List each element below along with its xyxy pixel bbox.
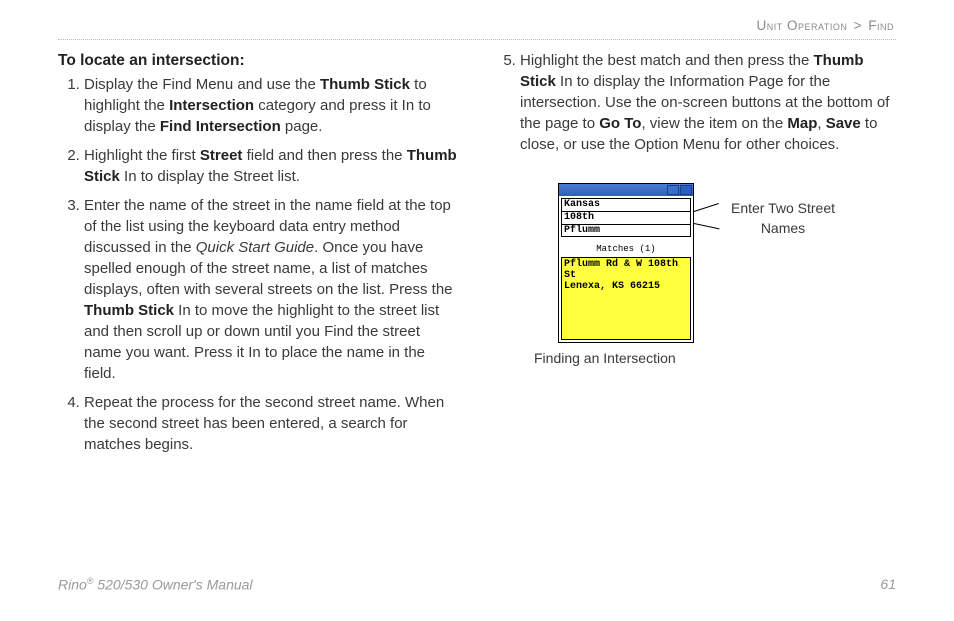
text: In to display the Street list. — [120, 168, 300, 185]
field-street1: 108th — [561, 211, 691, 224]
column-right: Highlight the best match and then press … — [494, 50, 896, 463]
bold: Thumb Stick — [84, 302, 174, 319]
matches-label: Matches (1) — [561, 243, 691, 256]
bold: Thumb Stick — [320, 76, 410, 93]
match-line1: Pflumm Rd & W 108th St — [564, 259, 688, 281]
step-4: Repeat the process for the second street… — [84, 392, 460, 455]
header-divider — [58, 39, 896, 40]
footer-left: Rino® 520/530 Owner's Manual — [58, 576, 253, 593]
figure: Kansas 108th Pflumm Matches (1) Pflumm R… — [494, 183, 896, 369]
text: Repeat the process for the second street… — [84, 394, 444, 453]
steps-list-right: Highlight the best match and then press … — [494, 50, 896, 155]
match-line2: Lenexa, KS 66215 — [564, 281, 688, 292]
bold: Find Intersection — [160, 118, 281, 135]
section-heading: To locate an intersection: — [58, 50, 460, 72]
device-body: Kansas 108th Pflumm Matches (1) Pflumm R… — [559, 196, 693, 342]
page-footer: Rino® 520/530 Owner's Manual 61 — [58, 576, 896, 593]
bold: Map — [787, 115, 817, 132]
text: Highlight the first — [84, 147, 200, 164]
device-titlebar — [559, 184, 693, 196]
text: , — [817, 115, 825, 132]
field-state: Kansas — [561, 198, 691, 211]
text: Display the Find Menu and use the — [84, 76, 320, 93]
bold: Go To — [599, 115, 641, 132]
column-left: To locate an intersection: Display the F… — [58, 50, 460, 463]
text: , view the item on the — [641, 115, 787, 132]
footer-product: Rino — [58, 577, 87, 593]
step-1: Display the Find Menu and use the Thumb … — [84, 74, 460, 137]
match-result: Pflumm Rd & W 108th St Lenexa, KS 66215 — [561, 257, 691, 340]
text: field and then press the — [242, 147, 406, 164]
figure-caption: Finding an Intersection — [534, 349, 896, 369]
field-street2: Pflumm — [561, 224, 691, 237]
titlebar-icon — [680, 185, 692, 195]
bold: Street — [200, 147, 243, 164]
text: Highlight the best match and then press … — [520, 52, 814, 69]
breadcrumb-section: Unit Operation — [756, 18, 847, 33]
step-2: Highlight the first Street field and the… — [84, 145, 460, 187]
italic: Quick Start Guide — [196, 239, 314, 256]
callout-text: Enter Two Street Names — [708, 199, 858, 238]
device-screenshot: Kansas 108th Pflumm Matches (1) Pflumm R… — [558, 183, 694, 343]
text: page. — [281, 118, 323, 135]
steps-list-left: Display the Find Menu and use the Thumb … — [58, 74, 460, 455]
content-columns: To locate an intersection: Display the F… — [58, 50, 896, 463]
titlebar-icon — [667, 185, 679, 195]
breadcrumb: Unit Operation > Find — [58, 18, 896, 33]
breadcrumb-sub: Find — [868, 18, 894, 33]
breadcrumb-sep: > — [854, 18, 862, 33]
bold: Intersection — [169, 97, 254, 114]
step-5: Highlight the best match and then press … — [520, 50, 896, 155]
footer-title: 520/530 Owner's Manual — [93, 577, 252, 593]
bold: Save — [826, 115, 861, 132]
page-number: 61 — [880, 576, 896, 593]
step-3: Enter the name of the street in the name… — [84, 195, 460, 384]
